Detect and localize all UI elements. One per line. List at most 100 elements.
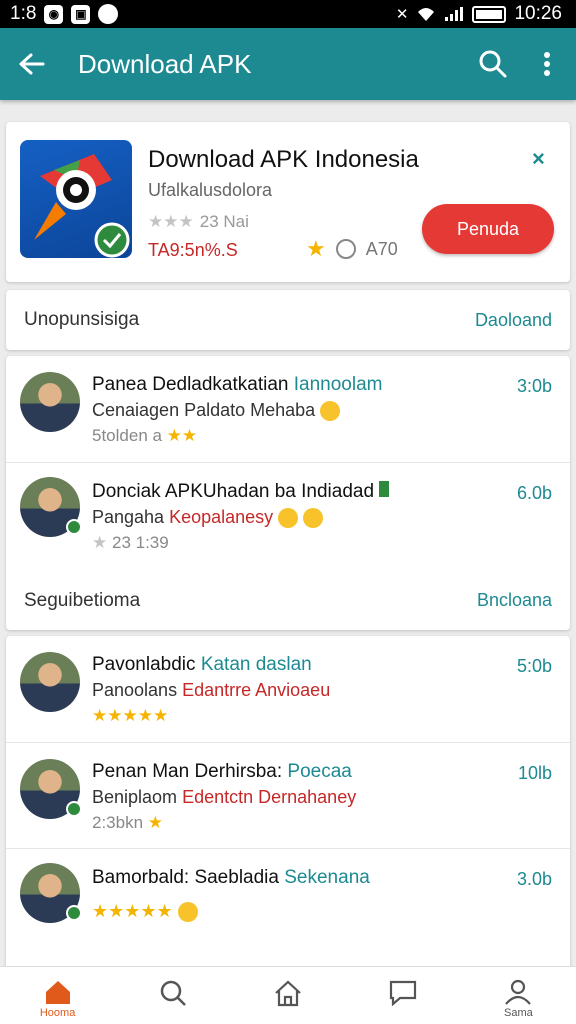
item-title-highlight: Sekenana	[284, 867, 370, 888]
item-title-highlight: Poecaa	[287, 761, 352, 782]
stars-icon: ★★	[166, 426, 198, 445]
verified-badge-icon	[66, 519, 82, 535]
item-meta-text: 23 1:39	[111, 533, 169, 552]
install-button[interactable]: Penuda	[422, 204, 554, 254]
item-subtitle-text: Panoolans	[92, 680, 178, 700]
item-title-text: Donciak APKUhadan ba Indiadad	[92, 481, 375, 502]
notification-icon: ◉	[44, 4, 64, 24]
signal-icon	[445, 7, 464, 21]
app-bar: Download APK	[0, 28, 576, 100]
list-item[interactable]: Donciak APKUhadan ba Indiadad Pangaha Ke…	[6, 462, 570, 568]
nav-label: Hooma	[39, 1007, 76, 1019]
status-time-left: 1:8	[10, 3, 37, 24]
bottom-navigation: Hooma Sama	[0, 966, 576, 1024]
profile-icon	[505, 979, 532, 1005]
star-icon: ★	[147, 813, 164, 832]
app-list-2: Pavonlabdic Katan daslan Panoolans Edant…	[6, 636, 570, 976]
emoji-icon	[320, 401, 341, 422]
item-title-highlight: Iannoolam	[293, 374, 383, 395]
item-title: Penan Man Derhirsba: Poecaa	[92, 761, 352, 783]
search-button[interactable]	[466, 28, 520, 100]
avatar	[20, 863, 82, 923]
item-subtitle-highlight: Keopalanesy	[169, 507, 274, 527]
nav-profile[interactable]: Sama	[461, 967, 576, 1024]
chat-icon	[390, 980, 417, 1007]
stars-icon: ★★★★★	[92, 706, 169, 725]
item-subtitle: Cenaiagen Paldato Mehaba	[92, 400, 341, 422]
item-meta: 2:3bkn ★	[92, 813, 163, 833]
item-title: Panea Dedladkatkatian Iannoolam	[92, 374, 383, 396]
emoji-icon	[177, 902, 198, 923]
item-meta: ★★★★★	[92, 706, 168, 726]
verified-badge-icon	[66, 905, 82, 921]
item-title-text: Pavonlabdic	[92, 654, 196, 675]
rating-stars-icon: ★★★	[148, 212, 194, 231]
close-icon[interactable]: ×	[532, 146, 545, 172]
item-title-highlight: Katan daslan	[200, 654, 312, 675]
app-icon	[20, 140, 132, 258]
more-vert-icon	[544, 52, 550, 76]
search-icon	[160, 980, 186, 1006]
app-size: TA9:5n%.S	[148, 240, 238, 260]
back-arrow-icon	[19, 53, 45, 75]
item-meta-text: 2:3bkn	[92, 813, 144, 832]
featured-app-card[interactable]: Download APK Indonesia Ufalkalusdolora ★…	[6, 122, 570, 282]
item-title-text: Penan Man Derhirsba:	[92, 761, 283, 782]
overflow-menu-button[interactable]	[520, 28, 574, 100]
item-size: 3:0b	[516, 376, 552, 396]
smiley-icon	[335, 239, 356, 259]
nav-search[interactable]	[115, 967, 230, 1024]
item-size: 5:0b	[516, 656, 552, 676]
item-subtitle: Beniplaom Edentctn Dernahaney	[92, 787, 356, 808]
status-time-right: 10:26	[514, 3, 562, 24]
list-item[interactable]: Penan Man Derhirsba: Poecaa Beniplaom Ed…	[6, 742, 570, 848]
mute-icon: ✕	[395, 6, 409, 23]
item-meta: 5tolden a ★★	[92, 426, 197, 446]
avatar	[20, 759, 82, 819]
item-meta-text: 5tolden a	[92, 426, 162, 445]
item-meta: ★ 23 1:39	[92, 533, 169, 553]
emoji-icon	[278, 508, 299, 529]
item-title: Pavonlabdic Katan daslan	[92, 654, 312, 676]
nav-house[interactable]	[230, 967, 345, 1024]
nav-home[interactable]: Hooma	[0, 967, 115, 1024]
list-item[interactable]: Panea Dedladkatkatian Iannoolam Cenaiage…	[6, 356, 570, 462]
app-meta-value: A70	[365, 238, 398, 259]
app-rating: ★★★ 23 Nai	[148, 212, 249, 232]
search-icon	[479, 50, 507, 78]
avatar	[20, 477, 82, 537]
item-subtitle-highlight: Edentctn Dernahaney	[182, 787, 357, 807]
list-item[interactable]: Bamorbald: Saebladia Sekenana ★★★★★ 3.0b	[6, 848, 570, 954]
home-icon	[45, 981, 70, 1004]
item-subtitle: Panoolans Edantrre Anvioaeu	[92, 680, 330, 701]
item-title-text: Bamorbald: Saebladia	[92, 867, 279, 888]
item-size: 6.0b	[516, 483, 552, 503]
star-icon: ★	[306, 236, 326, 261]
item-size: 10lb	[517, 763, 552, 783]
item-size: 3.0b	[516, 869, 552, 889]
star-icon: ★	[92, 533, 108, 552]
app-developer: Ufalkalusdolora	[148, 180, 273, 200]
messenger-icon	[98, 4, 119, 24]
item-subtitle-text: Beniplaom	[92, 787, 178, 807]
section-download-link[interactable]: Daoloand	[475, 310, 552, 331]
stars-icon: ★★★★★	[92, 901, 173, 921]
section-download-link[interactable]: Bncloana	[477, 590, 552, 611]
avatar	[20, 372, 80, 432]
app-list-1: Panea Dedladkatkatian Iannoolam Cenaiage…	[6, 356, 570, 630]
house-outline-icon	[275, 980, 301, 1007]
app-title: Download APK Indonesia	[148, 146, 419, 173]
back-button[interactable]	[0, 28, 62, 100]
nav-label: Sama	[504, 1007, 533, 1019]
battery-icon	[472, 5, 507, 23]
section-title: Seguibetioma	[24, 590, 141, 611]
list-item[interactable]: Pavonlabdic Katan daslan Panoolans Edant…	[6, 636, 570, 742]
emoji-icon	[303, 508, 324, 529]
verified-badge-icon	[66, 801, 82, 817]
avatar	[20, 652, 80, 712]
item-subtitle: Pangaha Keopalanesy	[92, 507, 324, 529]
nav-messages[interactable]	[346, 967, 461, 1024]
app-meta: ★ A70	[306, 236, 398, 262]
rocket-logo-icon	[34, 154, 130, 258]
page-title: Download APK	[78, 48, 252, 79]
